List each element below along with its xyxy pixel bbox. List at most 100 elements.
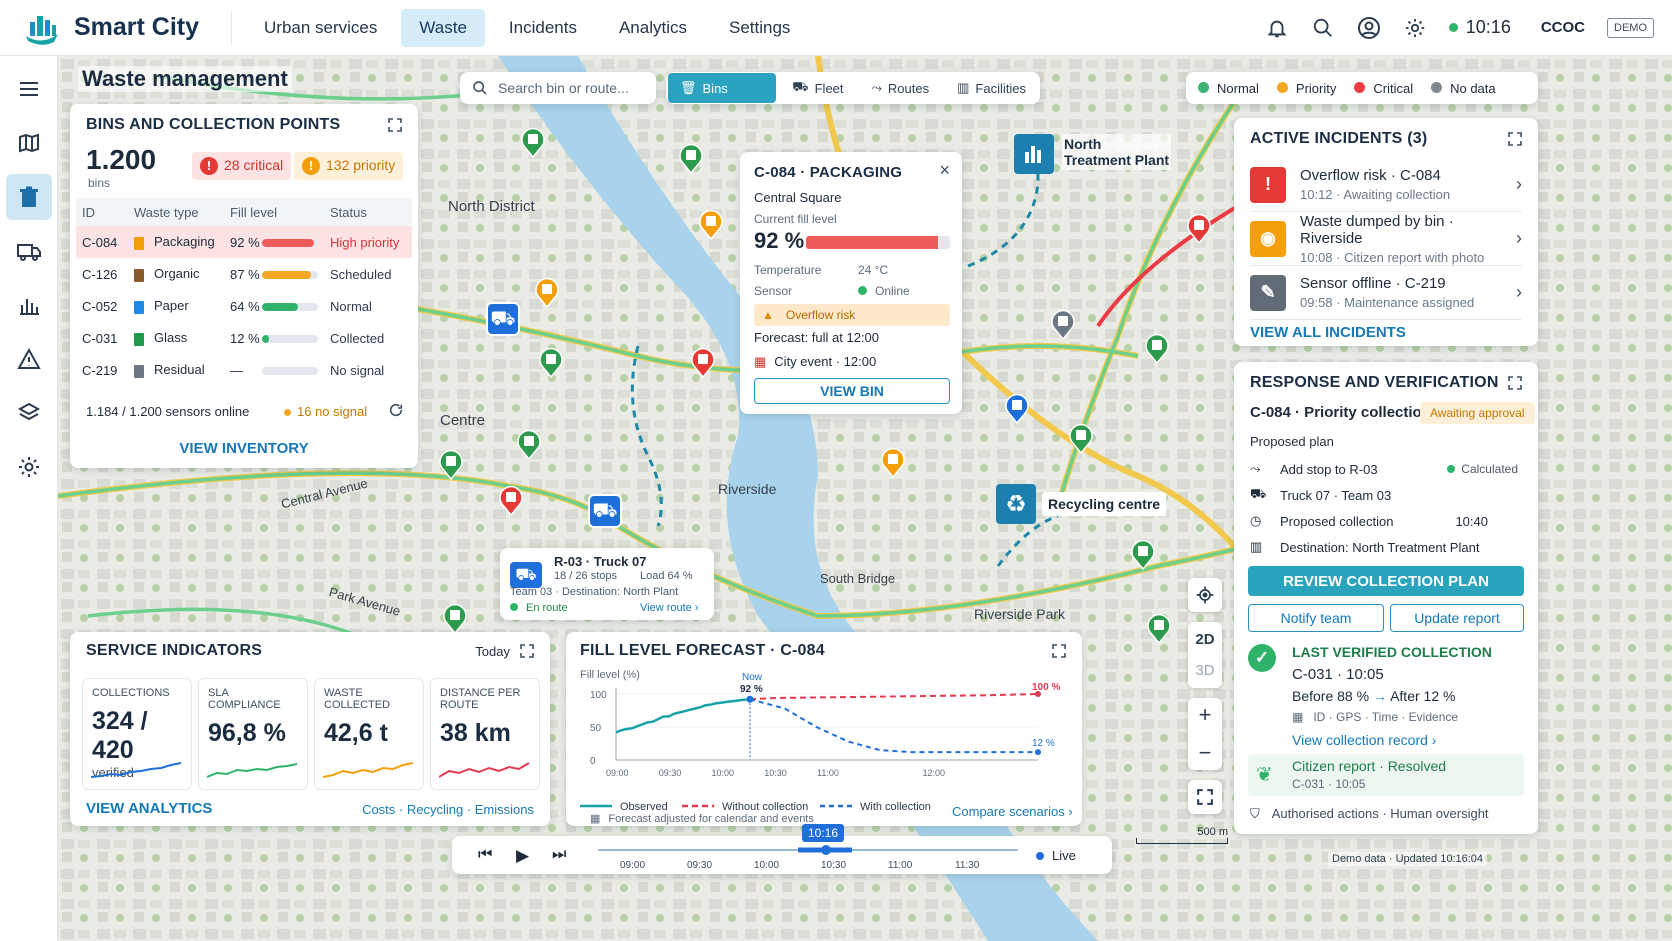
brand[interactable]: Smart City	[0, 10, 232, 45]
bin-marker-icon[interactable]	[1144, 332, 1170, 365]
kpi-card[interactable]: WASTE COLLECTED 42,6 t	[314, 678, 424, 790]
row-id: C-126	[82, 266, 118, 282]
3d-button[interactable]: 3D	[1195, 662, 1214, 679]
truck-marker-icon[interactable]: ⛟	[588, 494, 622, 528]
incident-item[interactable]: ✎ Sensor offline · C-219 09:58 · Mainten…	[1250, 266, 1522, 320]
bin-marker-icon[interactable]	[1004, 392, 1030, 425]
period-select[interactable]: Today	[475, 644, 510, 659]
settings-gear-icon[interactable]	[6, 444, 52, 490]
row-type: Organic	[128, 258, 224, 290]
kpi-card[interactable]: COLLECTIONS 324 / 420 verified	[82, 678, 192, 790]
view-record-link[interactable]: View collection record ›	[1292, 732, 1436, 748]
layers-icon[interactable]	[6, 390, 52, 436]
bin-marker-icon[interactable]	[698, 208, 724, 241]
update-report-button[interactable]: Update report	[1390, 604, 1524, 632]
live-indicator[interactable]: Live	[1036, 848, 1076, 863]
expand-icon[interactable]	[1508, 376, 1522, 390]
authorised-actions: ⛉ Authorised actions · Human oversight	[1250, 806, 1489, 821]
view-inventory-link[interactable]: VIEW INVENTORY	[70, 440, 418, 457]
map-icon[interactable]	[6, 120, 52, 166]
timeline-track[interactable]: 09:00 09:30 10:00 10:30 11:00 11:30	[452, 836, 1112, 874]
filter-routes[interactable]: ⤳ Routes	[860, 73, 942, 103]
gear-icon[interactable]	[1403, 16, 1427, 40]
search-box[interactable]: Search bin or route...	[460, 72, 656, 104]
truck-title: R-03 · Truck 07	[554, 554, 647, 569]
truck-card[interactable]: ⛟ R-03 · Truck 07 18 / 26 stops Load 64 …	[500, 548, 714, 620]
bins-table: ID Waste type Fill level Status C-084 Pa…	[76, 198, 412, 386]
nav-analytics[interactable]: Analytics	[601, 9, 705, 47]
table-row[interactable]: C-126 Organic 87 % Scheduled	[76, 258, 412, 290]
nav-incidents[interactable]: Incidents	[491, 9, 595, 47]
bar-chart-icon[interactable]	[6, 282, 52, 328]
nav-waste[interactable]: Waste	[401, 8, 485, 47]
nav-settings[interactable]: Settings	[711, 9, 808, 47]
filter-fleet[interactable]: ⛟ Fleet	[780, 73, 855, 103]
bin-marker-icon[interactable]	[1050, 308, 1076, 341]
bin-marker-icon[interactable]	[678, 142, 704, 175]
critical-badge[interactable]: ! 28 critical	[192, 152, 292, 180]
filter-bins[interactable]: 🗑 Bins	[668, 73, 777, 103]
fullscreen-icon[interactable]	[1188, 780, 1222, 814]
search-input[interactable]: Search bin or route...	[498, 80, 629, 96]
bin-marker-icon[interactable]	[1130, 538, 1156, 571]
north-treatment-plant[interactable]: North Treatment Plant	[1014, 134, 1172, 174]
view-route-link[interactable]: View route ›	[640, 602, 699, 614]
kpi-card[interactable]: DISTANCE PER ROUTE 38 km	[430, 678, 540, 790]
bin-marker-icon[interactable]	[442, 602, 468, 635]
table-row[interactable]: C-031 Glass 12 % Collected	[76, 322, 412, 354]
refresh-icon[interactable]	[388, 402, 404, 423]
city-map[interactable]: North District Centre Riverside Central …	[58, 56, 1672, 941]
view-bin-button[interactable]: VIEW BIN	[754, 378, 950, 404]
bin-marker-icon[interactable]	[516, 428, 542, 461]
expand-icon[interactable]	[388, 118, 402, 132]
truck-marker-icon[interactable]: ⛟	[486, 302, 520, 336]
bin-marker-icon[interactable]	[1068, 422, 1094, 455]
filter-facilities[interactable]: ▥ Facilities	[945, 73, 1038, 103]
bin-marker-icon[interactable]	[1146, 612, 1172, 645]
nav-urban-services[interactable]: Urban services	[246, 9, 395, 47]
table-row[interactable]: C-052 Paper 64 % Normal	[76, 290, 412, 322]
alert-icon[interactable]	[6, 336, 52, 382]
fill-bar-value	[262, 271, 311, 280]
view-all-incidents-link[interactable]: VIEW ALL INCIDENTS	[1250, 324, 1406, 341]
user-icon[interactable]	[1357, 16, 1381, 40]
bin-marker-icon[interactable]	[880, 446, 906, 479]
bin-marker-icon[interactable]	[498, 484, 524, 517]
kpi-card[interactable]: SLA COMPLIANCE 96,8 %	[198, 678, 308, 790]
incident-title: Sensor offline · C-219	[1300, 275, 1446, 292]
review-plan-button[interactable]: REVIEW COLLECTION PLAN	[1248, 566, 1524, 596]
table-row[interactable]: C-219 Residual — No signal	[76, 354, 412, 386]
expand-icon[interactable]	[1508, 132, 1522, 146]
search-icon[interactable]	[1311, 16, 1335, 40]
response-title: RESPONSE AND VERIFICATION	[1250, 374, 1499, 391]
timeline-tick: 10:00	[754, 860, 779, 871]
priority-badge[interactable]: ! 132 priority	[294, 152, 404, 180]
zoom-out-button[interactable]: −	[1199, 740, 1212, 766]
truck-icon[interactable]	[6, 228, 52, 274]
bin-marker-icon[interactable]	[1186, 212, 1212, 245]
notify-team-button[interactable]: Notify team	[1248, 604, 1384, 632]
bin-marker-icon[interactable]	[534, 276, 560, 309]
incident-item[interactable]: ◉ Waste dumped by bin · Riverside 10:08 …	[1250, 212, 1522, 266]
view-analytics-link[interactable]: VIEW ANALYTICS	[86, 800, 212, 817]
incident-item[interactable]: ! Overflow risk · C-084 10:12 · Awaiting…	[1250, 158, 1522, 212]
expand-icon[interactable]	[520, 644, 534, 658]
bin-icon	[134, 236, 144, 250]
menu-icon[interactable]	[6, 66, 52, 112]
bin-marker-icon[interactable]	[520, 126, 546, 159]
trash-bin-icon[interactable]	[6, 174, 52, 220]
table-row[interactable]: C-084 Packaging 92 % High priority	[76, 226, 412, 258]
bin-marker-icon[interactable]	[690, 346, 716, 379]
popup-location: Central Square	[754, 190, 842, 205]
close-icon[interactable]: ×	[939, 160, 950, 181]
bin-marker-icon[interactable]	[438, 448, 464, 481]
bell-icon[interactable]	[1265, 16, 1289, 40]
zoom-in-button[interactable]: +	[1199, 702, 1212, 728]
incident-meta: 09:58 · Maintenance assigned	[1300, 295, 1475, 310]
locate-icon[interactable]	[1188, 578, 1222, 612]
recycling-centre[interactable]: ♻ Recycling centre	[996, 484, 1167, 524]
bin-marker-icon[interactable]	[538, 346, 564, 379]
compare-scenarios-link[interactable]: Compare scenarios ›	[952, 804, 1073, 819]
2d-button[interactable]: 2D	[1195, 631, 1214, 648]
analytics-links[interactable]: Costs · Recycling · Emissions	[362, 802, 534, 817]
